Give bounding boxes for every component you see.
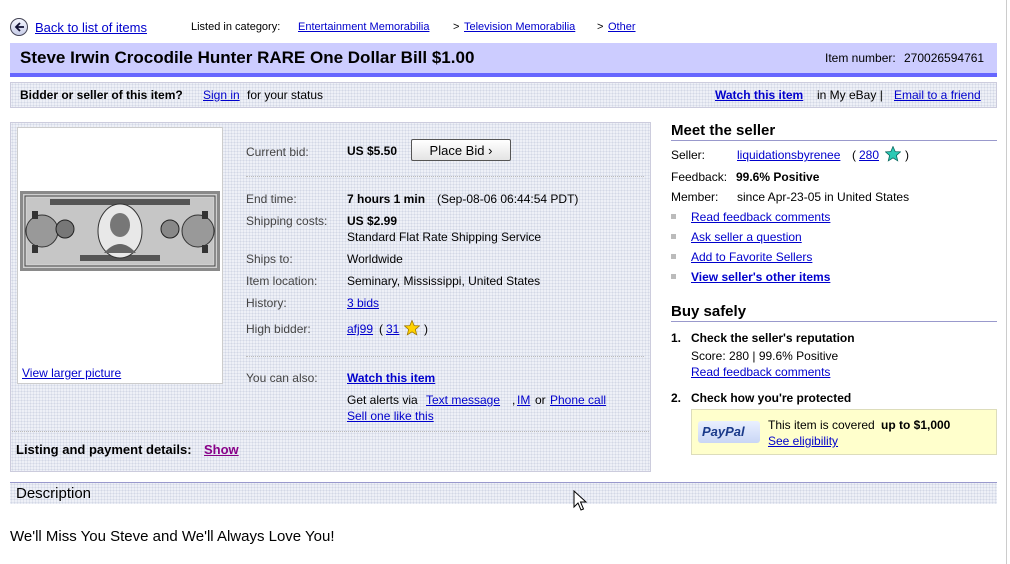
breadcrumb-entertainment-memorabilia[interactable]: Entertainment Memorabilia (298, 21, 429, 33)
seller-name-link[interactable]: liquidationsbyrenee (737, 148, 840, 162)
status-suffix: for your status (247, 88, 324, 102)
mouse-pointer-icon (573, 490, 587, 511)
member-label: Member: (671, 190, 719, 204)
title-underline (10, 73, 997, 77)
high-bidder-label: High bidder: (246, 322, 311, 336)
read-feedback-link-2[interactable]: Read feedback comments (691, 365, 830, 379)
yellow-star-icon[interactable] (404, 320, 420, 336)
ships-to-label: Ships to: (246, 252, 293, 266)
paren-close: ) (424, 322, 428, 336)
shipping-service: Standard Flat Rate Shipping Service (347, 230, 542, 244)
title-bar: Steve Irwin Crocodile Hunter RARE One Do… (10, 43, 997, 73)
back-arrow-icon[interactable] (10, 18, 28, 36)
listed-in-label: Listed in category: (191, 21, 281, 33)
description-text: We'll Miss You Steve and We'll Always Lo… (10, 528, 335, 545)
payment-details-label: Listing and payment details: (16, 442, 192, 457)
history-label: History: (246, 296, 287, 310)
score-line: Score: 280 | 99.6% Positive (691, 349, 839, 363)
place-bid-button[interactable]: Place Bid › (411, 139, 511, 161)
in-my-ebay-text: in My eBay | (817, 88, 883, 102)
show-payment-details-link[interactable]: Show (204, 442, 239, 457)
phone-call-link[interactable]: Phone call (550, 393, 606, 407)
covered-text: This item is covered (768, 418, 875, 432)
paren-open: ( (379, 322, 383, 336)
comma: , (512, 393, 516, 407)
status-bar: Bidder or seller of this item? Sign in f… (10, 82, 997, 108)
email-friend-link[interactable]: Email to a friend (894, 88, 981, 102)
add-favorite-sellers-link[interactable]: Add to Favorite Sellers (691, 250, 812, 264)
bullet-icon (671, 274, 676, 279)
description-heading: Description (16, 485, 92, 502)
meet-seller-heading: Meet the seller (671, 122, 776, 139)
paypal-logo: PayPal (698, 421, 760, 443)
status-prompt: Bidder or seller of this item? (20, 88, 183, 102)
description-bar: Description (10, 482, 997, 504)
paren-close: ) (905, 148, 909, 162)
breadcrumb-television-memorabilia[interactable]: Television Memorabilia (464, 21, 575, 33)
high-bidder-link[interactable]: afj99 (347, 322, 373, 336)
sell-one-like-this-link[interactable]: Sell one like this (347, 409, 434, 423)
get-alerts-text: Get alerts via (347, 393, 418, 407)
item-title: Steve Irwin Crocodile Hunter RARE One Do… (20, 48, 475, 67)
ask-seller-question-link[interactable]: Ask seller a question (691, 230, 802, 244)
shipping-cost-value: US $2.99 (347, 214, 398, 228)
chevron-right-icon: › (488, 142, 493, 158)
bullet-icon (671, 214, 676, 219)
back-to-list-link[interactable]: Back to list of items (35, 20, 147, 35)
step-2-title: Check how you're protected (691, 391, 852, 405)
buy-safely-heading: Buy safely (671, 303, 747, 320)
view-larger-picture-link[interactable]: View larger picture (22, 366, 121, 380)
feedback-label: Feedback: (671, 170, 728, 184)
separator (12, 431, 649, 432)
current-bid-value: US $5.50 (347, 144, 398, 158)
you-can-also-label: You can also: (246, 371, 318, 385)
breadcrumb-other[interactable]: Other (608, 21, 636, 33)
end-time-detail: (Sep-08-06 06:44:54 PDT) (437, 192, 579, 206)
separator (246, 356, 644, 357)
step-1-number: 1. (671, 331, 682, 345)
step-2-number: 2. (671, 391, 682, 405)
end-time-label: End time: (246, 192, 297, 206)
seller-score-link[interactable]: 280 (859, 148, 879, 162)
bullet-icon (671, 234, 676, 239)
bullet-icon (671, 254, 676, 259)
item-location-label: Item location: (246, 274, 318, 288)
item-number: 270026594761 (904, 51, 985, 65)
paypal-protection-box: PayPal This item is covered up to $1,000… (691, 409, 997, 455)
turquoise-star-icon[interactable] (885, 146, 901, 162)
dollar-bill-image[interactable] (20, 191, 220, 271)
read-feedback-link[interactable]: Read feedback comments (691, 210, 830, 224)
separator (246, 176, 644, 177)
current-bid-label: Current bid: (246, 145, 309, 159)
view-seller-items-link[interactable]: View seller's other items (691, 270, 830, 284)
covered-amount: up to $1,000 (881, 418, 951, 432)
im-link[interactable]: IM (517, 393, 530, 407)
paren-open: ( (852, 148, 856, 162)
feedback-value: 99.6% Positive (736, 170, 820, 184)
window-edge (1006, 0, 1010, 564)
sign-in-link[interactable]: Sign in (203, 88, 240, 102)
item-location-value: Seminary, Mississippi, United States (347, 274, 541, 288)
divider (671, 321, 997, 322)
breadcrumb-separator: > (597, 21, 604, 33)
item-number-label: Item number: (825, 51, 896, 65)
ships-to-value: Worldwide (347, 252, 403, 266)
divider (671, 140, 997, 141)
bid-history-link[interactable]: 3 bids (347, 296, 379, 310)
watch-item-link-top[interactable]: Watch this item (715, 88, 803, 102)
end-time-value: 7 hours 1 min (347, 192, 426, 206)
place-bid-label: Place Bid (429, 142, 485, 158)
breadcrumb-separator: > (453, 21, 460, 33)
member-since: since Apr-23-05 in United States (737, 190, 910, 204)
or-text: or (535, 393, 546, 407)
high-bidder-score-link[interactable]: 31 (386, 322, 399, 336)
shipping-costs-label: Shipping costs: (246, 214, 328, 228)
seller-label: Seller: (671, 148, 706, 162)
see-eligibility-link[interactable]: See eligibility (768, 434, 838, 448)
text-message-link[interactable]: Text message (426, 393, 500, 407)
watch-item-link[interactable]: Watch this item (347, 371, 435, 385)
step-1-title: Check the seller's reputation (691, 331, 855, 345)
